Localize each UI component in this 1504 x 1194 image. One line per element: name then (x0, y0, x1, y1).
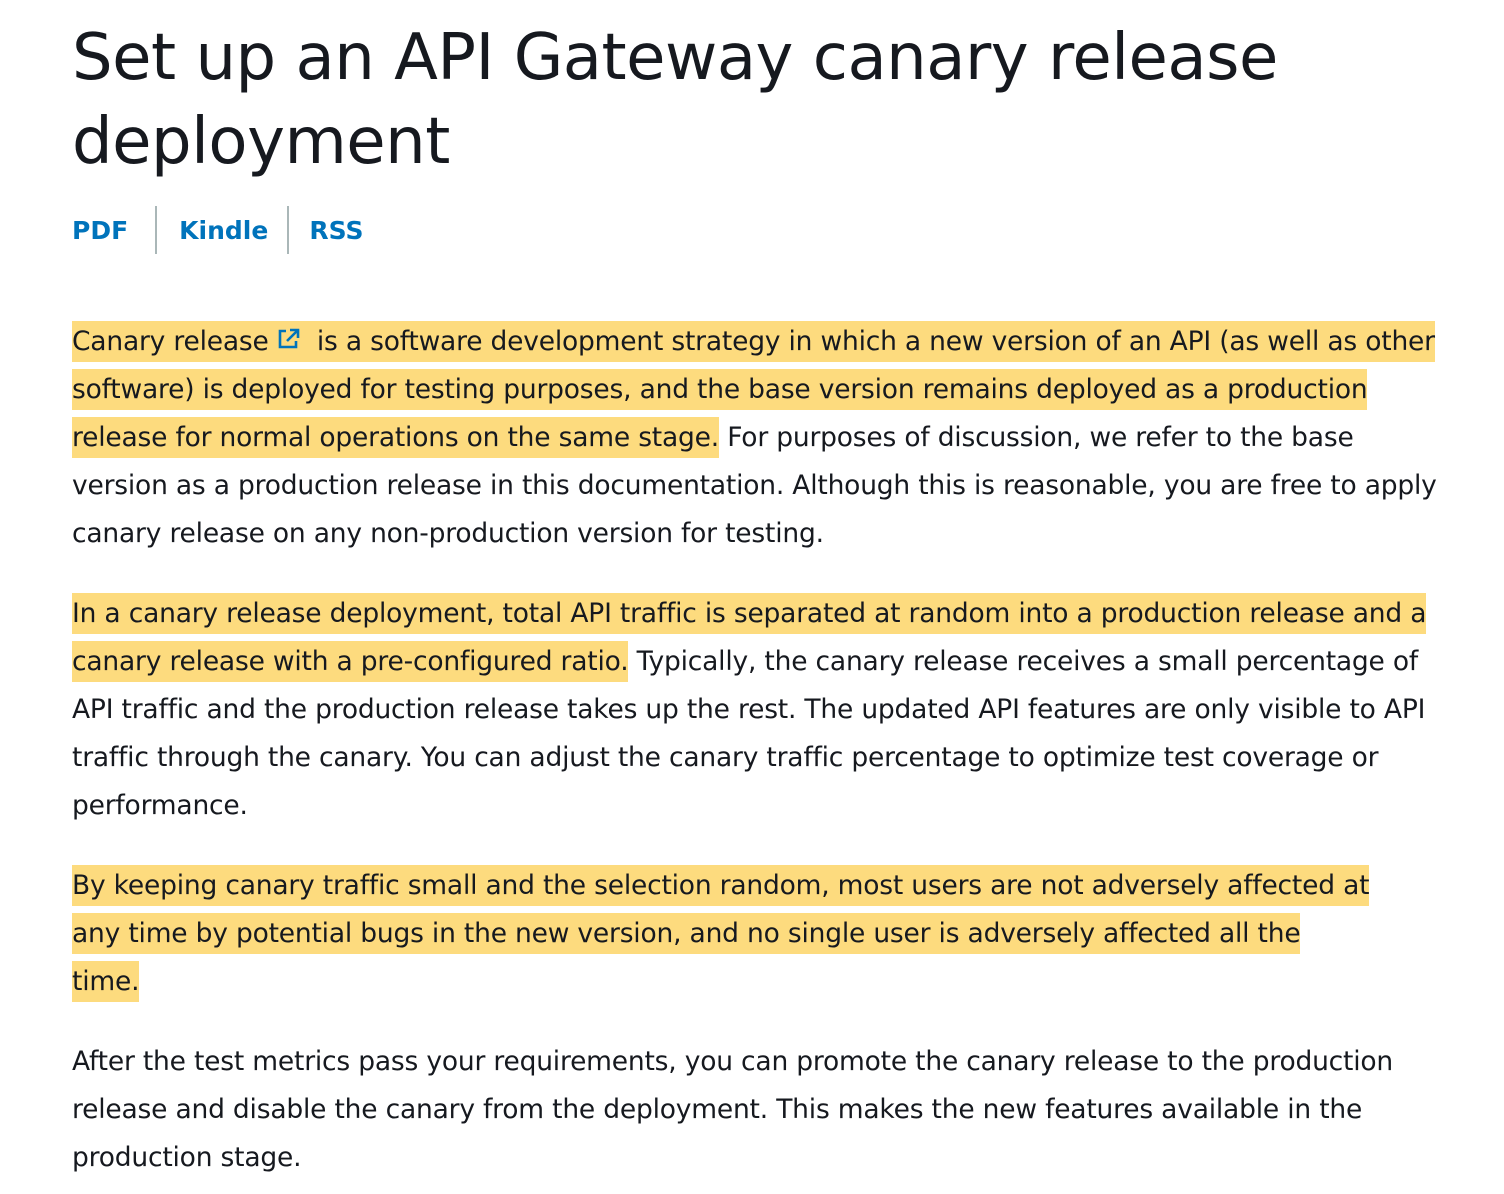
page-title: Set up an API Gateway canary release dep… (72, 21, 1278, 179)
link-divider (287, 206, 290, 254)
paragraph-promotion: After the test metrics pass your require… (72, 1038, 1452, 1182)
paragraph-user-impact: By keeping canary traffic small and the … (72, 862, 1372, 1006)
doc-page: Set up an API Gateway canary release dep… (72, 0, 1472, 1182)
canary-release-link-label: Canary release (72, 326, 269, 357)
kindle-link[interactable]: Kindle (179, 216, 268, 245)
paragraph-canary-definition: Canary release is a software development… (72, 318, 1452, 558)
canary-release-link[interactable]: Canary release (72, 326, 309, 357)
doc-content: Canary release is a software development… (72, 318, 1472, 1182)
rss-link[interactable]: RSS (309, 216, 363, 245)
link-divider (155, 206, 158, 254)
external-link-icon (278, 328, 299, 349)
pdf-link[interactable]: PDF (72, 216, 128, 245)
paragraph-traffic-split: In a canary release deployment, total AP… (72, 590, 1452, 830)
highlighted-text: By keeping canary traffic small and the … (72, 865, 1370, 1002)
plain-text: After the test metrics pass your require… (72, 1046, 1394, 1173)
doc-format-links: PDF Kindle RSS (72, 206, 1472, 254)
